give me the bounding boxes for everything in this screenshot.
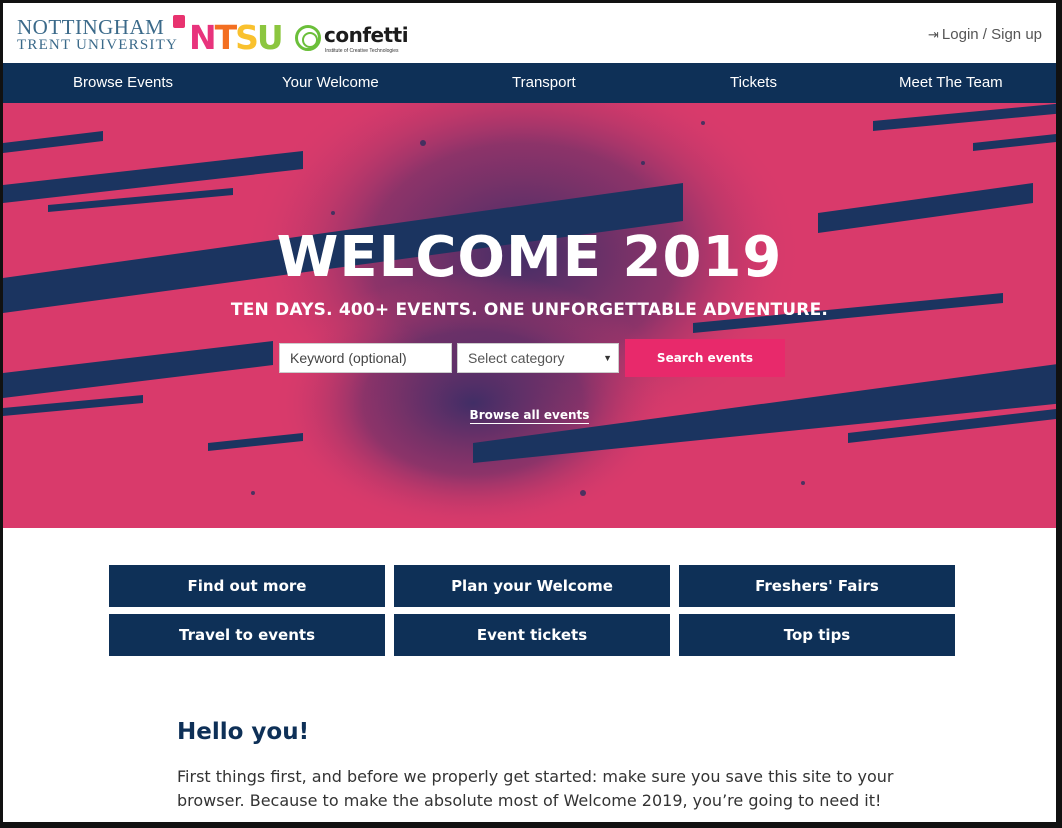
hero-banner: WELCOME 2019 TEN DAYS. 400+ EVENTS. ONE … — [3, 103, 1056, 528]
caret-down-icon: ▼ — [603, 353, 612, 363]
nav-item-meet-the-team[interactable]: Meet The Team — [899, 63, 1003, 103]
hero-subtitle: TEN DAYS. 400+ EVENTS. ONE UNFORGETTABLE… — [230, 300, 829, 320]
intro-heading: Hello you! — [177, 719, 310, 745]
ntsu-letter-t: T — [214, 18, 237, 57]
category-select-value: Select category — [468, 350, 565, 366]
ntsu-letter-u: U — [256, 18, 284, 57]
login-link[interactable]: ⇥ Login / Sign up — [928, 26, 1042, 43]
hero-speck — [701, 121, 705, 125]
login-label: Login / Sign up — [941, 26, 1042, 43]
search-events-button[interactable]: Search events — [625, 339, 785, 377]
main-nav: Browse Events Your Welcome Transport Tic… — [3, 63, 1056, 103]
nav-item-browse-events[interactable]: Browse Events — [73, 63, 173, 103]
hero-stripe — [3, 131, 103, 153]
ntsu-letter-s: S — [235, 18, 259, 57]
category-select[interactable]: Select category ▼ — [457, 343, 619, 373]
plan-your-welcome-button[interactable]: Plan your Welcome — [394, 565, 670, 607]
hero-title: WELCOME 2019 — [276, 225, 783, 290]
hero-stripe — [973, 133, 1056, 151]
keyword-input[interactable] — [279, 343, 452, 373]
sign-in-icon: ⇥ — [928, 27, 939, 42]
ntu-badge-icon — [173, 15, 185, 28]
freshers-fairs-button[interactable]: Freshers' Fairs — [679, 565, 955, 607]
ntu-logo[interactable]: NOTTINGHAM TRENT UNIVERSITY — [17, 15, 187, 59]
browse-all-events-row: Browse all events — [3, 406, 1056, 424]
ntsu-letter-n: N — [189, 18, 217, 57]
intro-paragraph: First things first, and before we proper… — [177, 767, 894, 810]
hero-stripe — [3, 341, 273, 398]
find-out-more-button[interactable]: Find out more — [109, 565, 385, 607]
hero-stripe — [873, 103, 1056, 131]
confetti-circle-icon — [295, 25, 321, 51]
hero-speck — [331, 211, 335, 215]
ntu-logo-line2: TRENT UNIVERSITY — [17, 37, 178, 53]
hero-speck — [801, 481, 805, 485]
confetti-logo[interactable]: confetti Institute of Creative Technolog… — [295, 23, 415, 57]
confetti-tagline: Institute of Creative Technologies — [325, 48, 399, 54]
browse-all-events-link[interactable]: Browse all events — [469, 408, 590, 424]
hero-speck — [641, 161, 645, 165]
nav-item-your-welcome[interactable]: Your Welcome — [282, 63, 379, 103]
travel-to-events-button[interactable]: Travel to events — [109, 614, 385, 656]
confetti-name: confetti — [324, 23, 409, 47]
hero-speck — [580, 490, 586, 496]
page-frame: NOTTINGHAM TRENT UNIVERSITY NTSU confett… — [0, 0, 1062, 828]
nav-item-transport[interactable]: Transport — [512, 63, 576, 103]
hero-speck — [420, 140, 426, 146]
top-tips-button[interactable]: Top tips — [679, 614, 955, 656]
nav-item-tickets[interactable]: Tickets — [730, 63, 777, 103]
event-tickets-button[interactable]: Event tickets — [394, 614, 670, 656]
hero-speck — [251, 491, 255, 495]
ntsu-logo[interactable]: NTSU — [189, 18, 284, 57]
site-header: NOTTINGHAM TRENT UNIVERSITY NTSU confett… — [3, 3, 1056, 63]
